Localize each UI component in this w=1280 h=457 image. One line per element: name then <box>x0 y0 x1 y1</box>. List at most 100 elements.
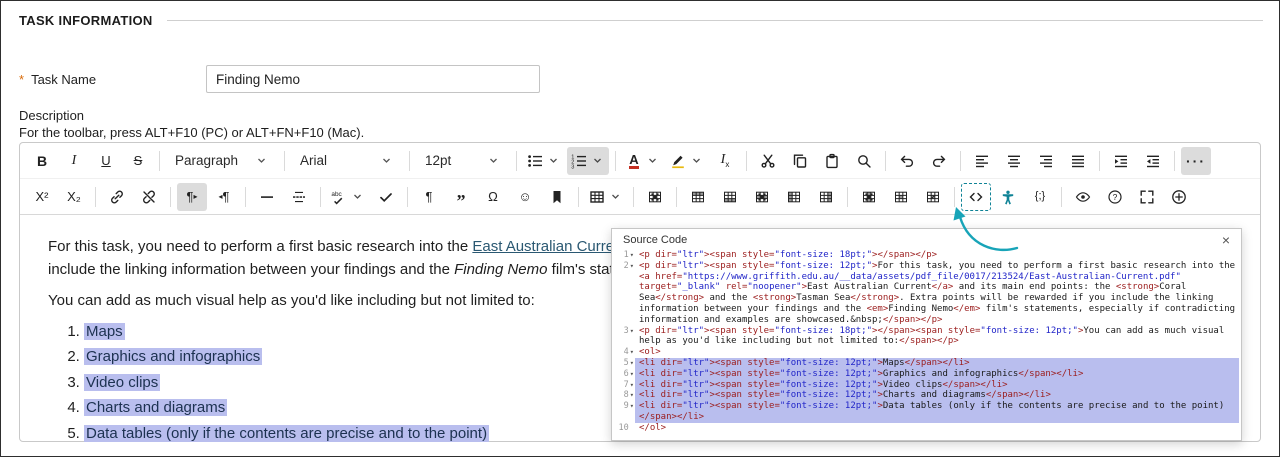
more-toolbar-button[interactable]: ··· <box>1181 146 1211 175</box>
code-line: 1 ▾ <p dir="ltr"><span style="font-size: 1… <box>612 250 1239 261</box>
search-icon <box>856 153 872 169</box>
highlight-color-button[interactable] <box>666 147 708 175</box>
code-line: 3 ▾ <p dir="ltr"><span style="font-size: 1… <box>612 326 1239 348</box>
fold-arrow-icon[interactable]: ▾ <box>630 261 634 272</box>
underline-button[interactable]: U <box>91 147 121 175</box>
justify-button[interactable] <box>1063 147 1093 175</box>
editor-toolbar-row-1: B I U S Paragraph Arial 12pt 1 2 3 A Ix ··· <box>20 143 1260 179</box>
bullet-list-button[interactable] <box>523 147 565 175</box>
coldelete-icon <box>861 189 877 205</box>
code-content: <p dir="ltr"><span style="font-size: 18p… <box>639 325 1230 347</box>
source-code-area[interactable]: 1 ▾ <p dir="ltr"><span style="font-size: 1… <box>612 249 1241 440</box>
insert-column-before-button[interactable] <box>779 183 809 211</box>
chevron-down-icon <box>688 153 704 169</box>
toolbar-separator <box>1174 150 1175 171</box>
font-family-select[interactable]: Arial <box>291 147 403 175</box>
rtl-button[interactable]: ◂ ¶ <box>209 183 239 211</box>
horizontal-line-button[interactable] <box>252 183 282 211</box>
search-button[interactable] <box>849 147 879 175</box>
fullscreen-button[interactable] <box>1132 183 1162 211</box>
delete-row-button[interactable] <box>747 183 777 211</box>
copy-button[interactable] <box>785 147 815 175</box>
code-line: 7 ▾ <li dir="ltr"><span style="font-size: … <box>612 379 1239 391</box>
check-button[interactable] <box>371 183 401 211</box>
emoticons-button[interactable]: ☺ <box>510 183 540 211</box>
spellcheck-button[interactable]: abc <box>327 183 369 211</box>
delete-column-button[interactable] <box>854 183 884 211</box>
toolbar-separator <box>407 186 408 207</box>
fold-arrow-icon[interactable]: ▾ <box>630 326 634 337</box>
accessibility-checker-button[interactable] <box>993 183 1023 211</box>
superscript-button[interactable]: X² <box>27 183 57 211</box>
fold-arrow-icon[interactable]: ▾ <box>630 401 634 412</box>
toolbar-separator <box>409 150 410 171</box>
code-sample-button[interactable]: {;} <box>1025 183 1055 211</box>
code-line: 6 ▾ <li dir="ltr"><span style="font-size: … <box>612 368 1239 380</box>
content-link[interactable]: East Australian Current <box>472 238 626 255</box>
outdent-icon <box>1145 153 1161 169</box>
link-icon <box>109 189 125 205</box>
toolbar-separator <box>847 186 848 207</box>
ltr-button[interactable]: ¶ ▸ <box>177 182 207 211</box>
list-item-text: Data tables (only if the contents are pr… <box>84 424 490 442</box>
paragraph-style-select[interactable]: Paragraph <box>166 147 278 175</box>
fold-arrow-icon[interactable]: ▾ <box>630 358 634 369</box>
text-color-button[interactable]: A <box>622 147 664 175</box>
code-content: </ol> <box>639 422 667 433</box>
fold-arrow-icon[interactable]: ▾ <box>630 380 634 391</box>
outdent-button[interactable] <box>1138 147 1168 175</box>
underline-icon: U <box>101 153 111 168</box>
code-line: 8 ▾ <li dir="ltr"><span style="font-size: … <box>612 390 1239 402</box>
cut-icon <box>760 153 776 169</box>
svg-text:abc: abc <box>331 190 342 197</box>
preview-button[interactable] <box>1068 183 1098 211</box>
redo-button[interactable] <box>924 147 954 175</box>
blockquote-button[interactable]: ” <box>446 183 476 211</box>
insert-row-below-button[interactable] <box>715 183 745 211</box>
fold-arrow-icon[interactable]: ▾ <box>630 369 634 380</box>
insert-column-after-button[interactable] <box>811 183 841 211</box>
table-button[interactable] <box>585 183 627 211</box>
fold-arrow-icon[interactable]: ▾ <box>630 250 634 261</box>
fold-arrow-icon[interactable]: ▾ <box>630 347 634 358</box>
pilcrow-icon: ¶ <box>425 189 433 204</box>
align-right-button[interactable] <box>1031 147 1061 175</box>
line-number: 10▾ <box>618 422 629 433</box>
source-code-button[interactable] <box>961 182 991 211</box>
bold-button[interactable]: B <box>27 147 57 175</box>
toolbar-separator <box>960 150 961 171</box>
anchor-button[interactable] <box>542 183 572 211</box>
omega-icon: Ω <box>488 189 498 204</box>
task-name-input[interactable] <box>206 65 540 93</box>
show-formatting-button[interactable]: ¶ <box>414 183 444 211</box>
strikethrough-button[interactable]: S <box>123 147 153 175</box>
add-content-button[interactable] <box>1164 183 1194 211</box>
line-number: 9 ▾ <box>623 401 634 412</box>
merge-cells-button[interactable] <box>886 183 916 211</box>
numbered-list-button[interactable]: 123 <box>567 146 609 175</box>
special-character-button[interactable]: Ω <box>478 183 508 211</box>
remove-link-button[interactable] <box>134 183 164 211</box>
undo-button[interactable] <box>892 147 922 175</box>
sub-icon: X₂ <box>67 189 81 204</box>
align-left-button[interactable] <box>967 147 997 175</box>
insert-row-above-button[interactable] <box>683 183 713 211</box>
delete-table-button[interactable] <box>640 183 670 211</box>
italic-button[interactable]: I <box>59 147 89 175</box>
toolbar-separator <box>320 186 321 207</box>
split-cell-button[interactable] <box>918 183 948 211</box>
subscript-button[interactable]: X₂ <box>59 183 89 211</box>
font-size-select[interactable]: 12pt <box>416 147 510 175</box>
svg-text:3: 3 <box>571 164 574 169</box>
align-center-button[interactable] <box>999 147 1029 175</box>
paste-button[interactable] <box>817 147 847 175</box>
insert-link-button[interactable] <box>102 183 132 211</box>
fullscreen-icon <box>1139 189 1155 205</box>
cut-button[interactable] <box>753 147 783 175</box>
help-button[interactable]: ? <box>1100 183 1130 211</box>
fold-arrow-icon[interactable]: ▾ <box>630 390 634 401</box>
clear-formatting-button[interactable]: Ix <box>710 147 740 175</box>
page-break-button[interactable] <box>284 183 314 211</box>
indent-button[interactable] <box>1106 147 1136 175</box>
dialog-close-button[interactable]: × <box>1220 233 1232 247</box>
